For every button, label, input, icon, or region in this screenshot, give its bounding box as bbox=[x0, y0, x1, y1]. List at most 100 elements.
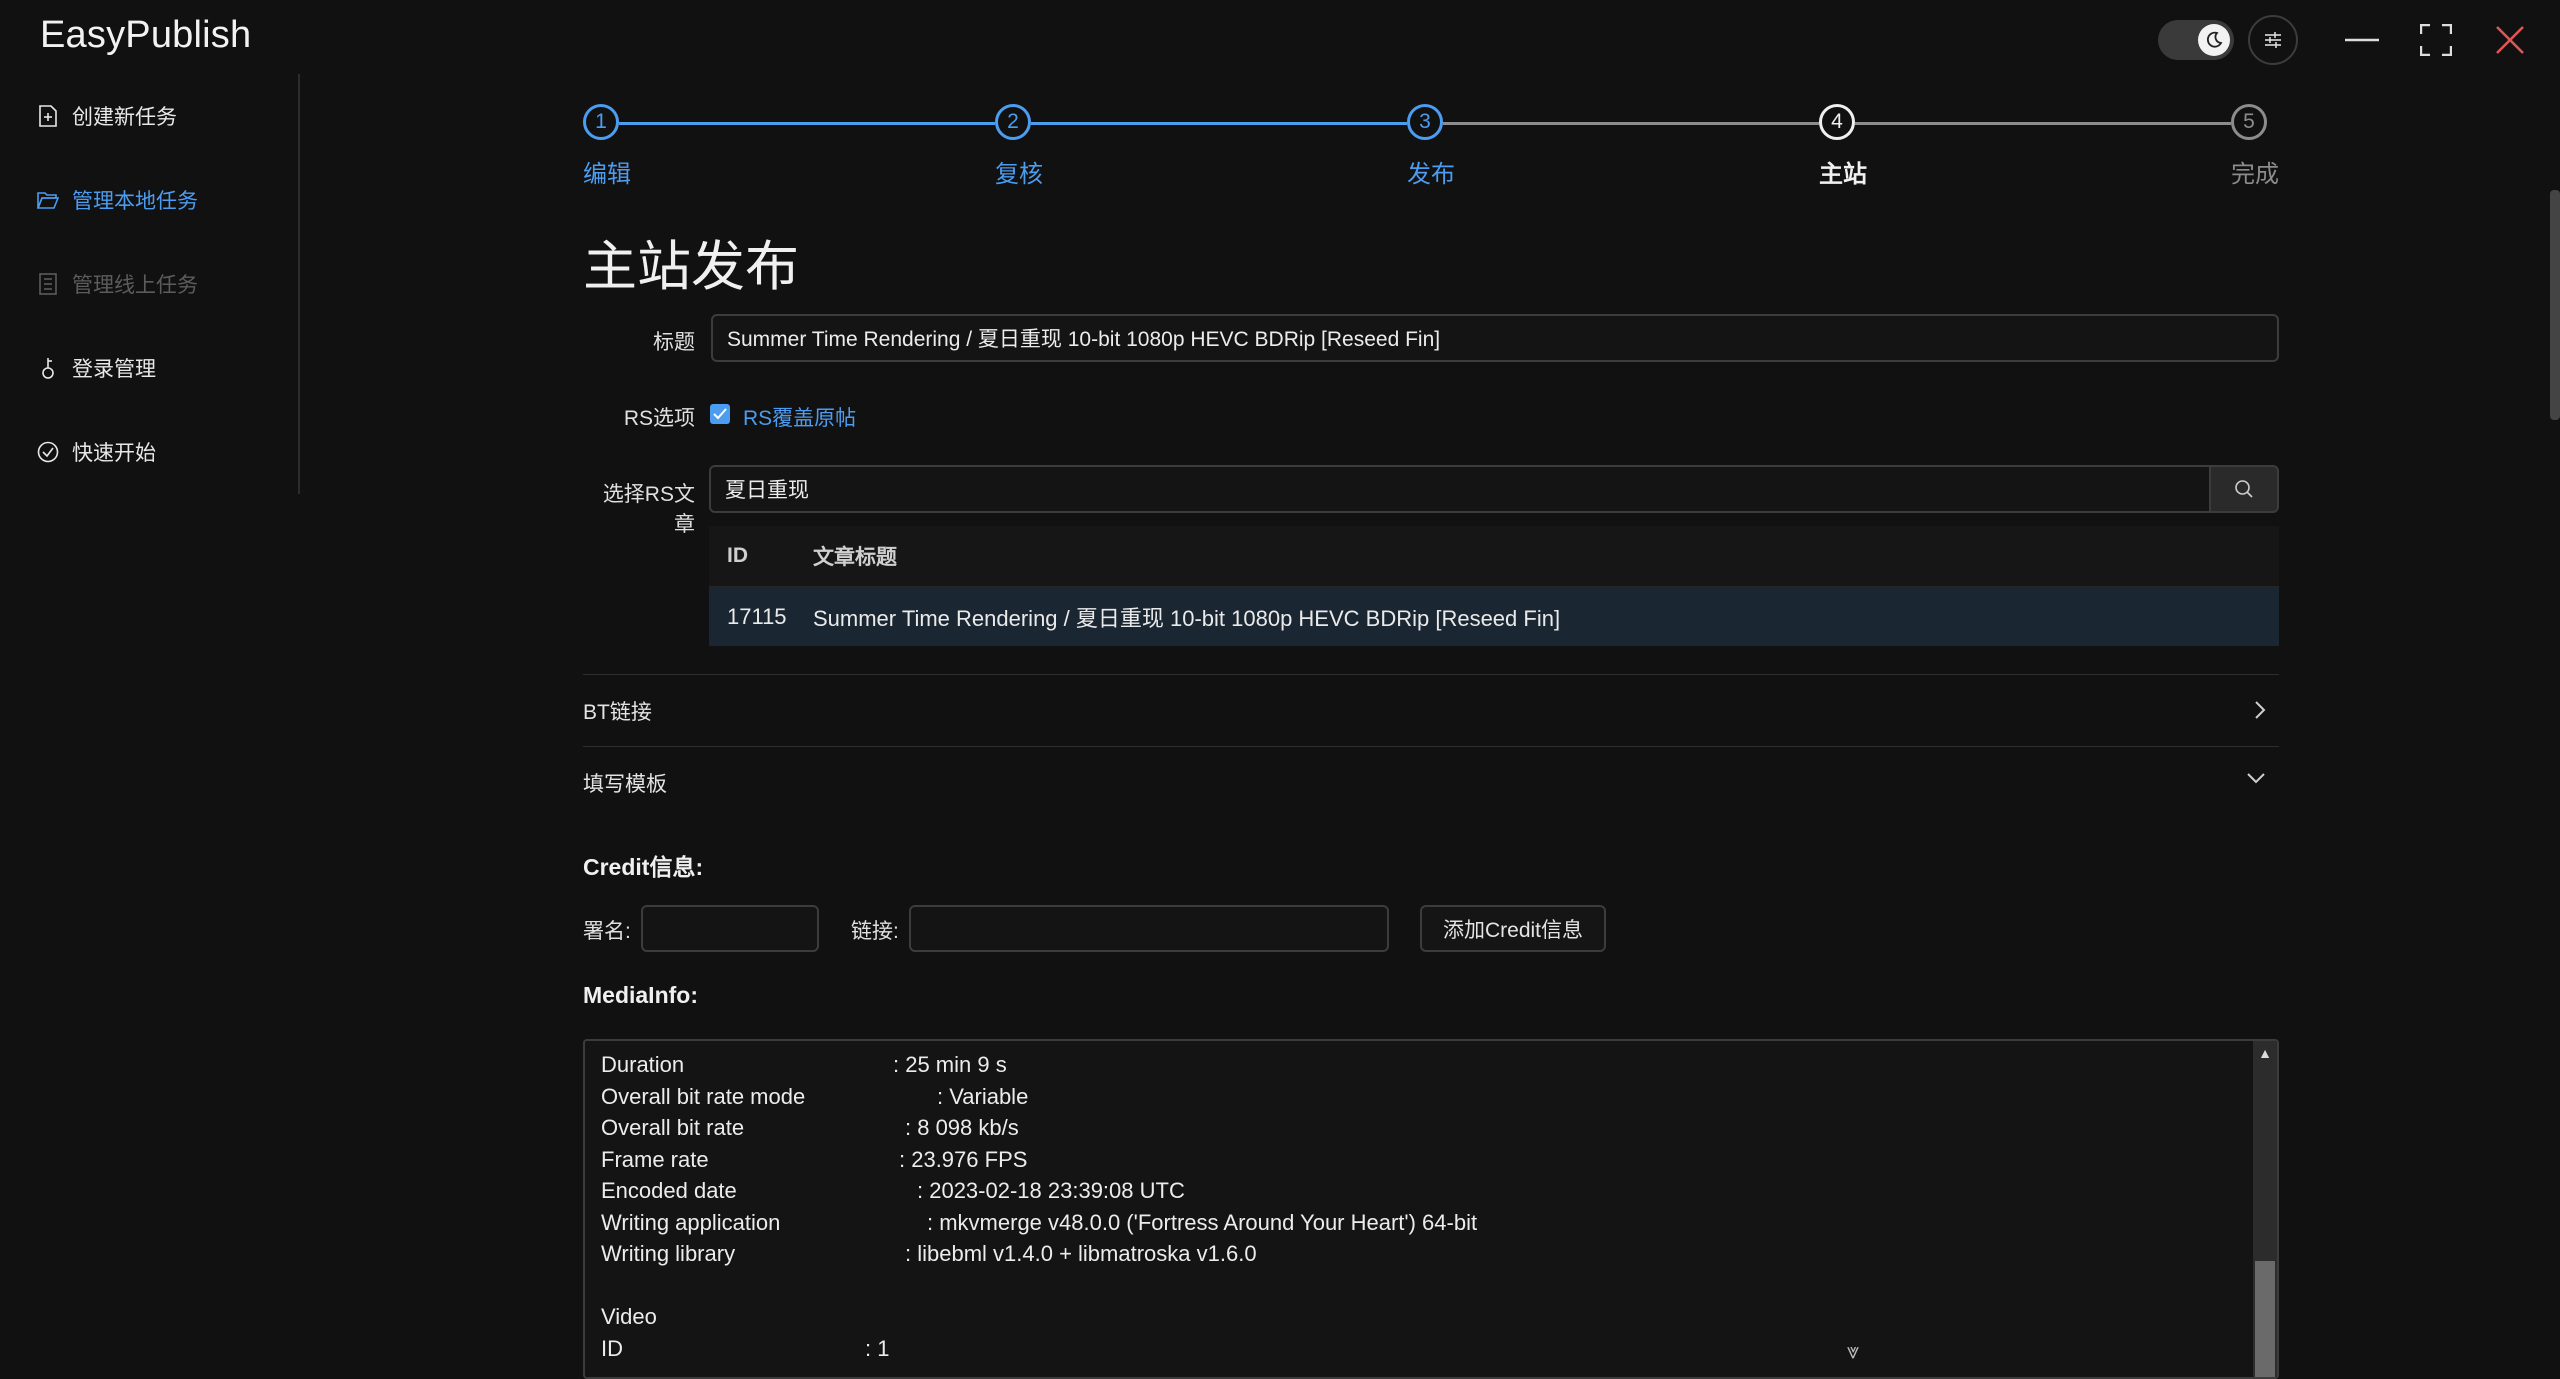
add-credit-button[interactable]: 添加Credit信息 bbox=[1420, 905, 1606, 952]
minimize-button[interactable] bbox=[2332, 18, 2392, 62]
table-row[interactable]: 17115 Summer Time Rendering / 夏日重现 10-bi… bbox=[709, 586, 2279, 646]
sidebar-item-label: 登录管理 bbox=[72, 358, 156, 381]
search-icon bbox=[2235, 480, 2253, 498]
step-5-label: 完成 bbox=[2231, 161, 2279, 188]
mediainfo-line: Frame rate : 23.976 FPS bbox=[601, 1144, 2277, 1176]
close-button[interactable] bbox=[2480, 18, 2540, 62]
rs-article-label: 选择RS文章 bbox=[602, 483, 695, 536]
step-5-circle: 5 bbox=[2231, 104, 2267, 140]
sidebar-item-label: 管理线上任务 bbox=[72, 274, 198, 297]
step-1-circle: 1 bbox=[583, 104, 619, 140]
key-icon bbox=[36, 356, 60, 380]
template-collapse[interactable]: 填写模板 bbox=[583, 746, 2279, 818]
row-title: Summer Time Rendering / 夏日重现 10-bit 1080… bbox=[813, 605, 1561, 631]
column-header-title: 文章标题 bbox=[813, 546, 897, 569]
mediainfo-line bbox=[601, 1270, 2277, 1302]
mediainfo-value: : 25 min 9 s bbox=[893, 1052, 1007, 1077]
signature-label: 署名: bbox=[583, 920, 631, 943]
mediainfo-key: Writing library bbox=[601, 1241, 736, 1266]
title-label: 标题 bbox=[653, 331, 695, 354]
credit-heading: Credit信息: bbox=[583, 854, 704, 880]
rs-search-input[interactable]: 夏日重现 bbox=[709, 465, 2211, 513]
check-circle-icon bbox=[36, 440, 60, 464]
mediainfo-textarea[interactable]: Duration: 25 min 9 s Overall bit rate mo… bbox=[583, 1039, 2279, 1379]
link-input[interactable] bbox=[909, 905, 1389, 952]
titlebar-controls bbox=[2158, 15, 2540, 65]
sidebar-item-login[interactable]: 登录管理 bbox=[0, 326, 298, 410]
table-header: ID 文章标题 bbox=[709, 526, 2279, 586]
step-1-label: 编辑 bbox=[583, 161, 631, 188]
mediainfo-value: : libebml v1.4.0 + libmatroska v1.6.0 bbox=[905, 1241, 1257, 1266]
search-button[interactable] bbox=[2209, 465, 2279, 513]
document-list-icon bbox=[36, 272, 60, 296]
mediainfo-scrollbar[interactable]: ▲ bbox=[2253, 1041, 2277, 1377]
mediainfo-line: Writing library : libebml v1.4.0 + libmat… bbox=[601, 1238, 2277, 1270]
step-4-label: 主站 bbox=[1819, 161, 1867, 188]
scrollbar-thumb[interactable] bbox=[2255, 1261, 2275, 1377]
step-4-circle: 4 bbox=[1819, 104, 1855, 140]
sidebar-item-online-tasks: 管理线上任务 bbox=[0, 242, 298, 326]
sidebar: 创建新任务 管理本地任务 管理线上任务 登录管理 快速开始 bbox=[0, 74, 300, 494]
file-add-icon bbox=[36, 104, 60, 128]
minimize-icon bbox=[2345, 38, 2379, 42]
rs-overwrite-checkbox[interactable] bbox=[710, 404, 730, 424]
title-input[interactable]: Summer Time Rendering / 夏日重现 10-bit 1080… bbox=[711, 314, 2279, 362]
folder-open-icon bbox=[36, 188, 60, 212]
settings-button[interactable] bbox=[2248, 15, 2298, 65]
app-title: EasyPublish bbox=[40, 14, 252, 56]
theme-toggle[interactable] bbox=[2158, 20, 2234, 60]
column-header-id: ID bbox=[727, 544, 748, 567]
step-connector bbox=[1855, 122, 2231, 125]
step-indicator: 1 2 3 4 5 编辑 复核 发布 主站 完成 bbox=[583, 104, 2279, 194]
link-label: 链接: bbox=[851, 920, 899, 943]
sidebar-item-label: 创建新任务 bbox=[72, 106, 177, 129]
mediainfo-key: Encoded date bbox=[601, 1178, 737, 1203]
sidebar-item-local-tasks[interactable]: 管理本地任务 bbox=[0, 158, 298, 242]
bt-link-label: BT链接 bbox=[583, 700, 652, 724]
moon-icon bbox=[2198, 24, 2230, 56]
sidebar-item-create-task[interactable]: 创建新任务 bbox=[0, 74, 298, 158]
page-title: 主站发布 bbox=[583, 237, 799, 297]
bt-link-collapse[interactable]: BT链接 bbox=[583, 674, 2279, 746]
mediainfo-line: Duration: 25 min 9 s bbox=[601, 1049, 2277, 1081]
sidebar-item-label: 快速开始 bbox=[72, 442, 156, 465]
mediainfo-line: Overall bit rate mode : Variable bbox=[601, 1081, 2277, 1113]
rs-article-table: ID 文章标题 17115 Summer Time Rendering / 夏日… bbox=[709, 526, 2279, 646]
row-id: 17115 bbox=[727, 603, 787, 629]
signature-input[interactable] bbox=[641, 905, 819, 952]
mediainfo-line: Overall bit rate : 8 098 kb/s bbox=[601, 1112, 2277, 1144]
step-connector bbox=[1031, 122, 1407, 125]
mediainfo-value: : 8 098 kb/s bbox=[905, 1115, 1019, 1140]
step-2-label: 复核 bbox=[995, 161, 1043, 188]
step-connector bbox=[1443, 122, 1819, 125]
template-label: 填写模板 bbox=[583, 772, 667, 796]
chevron-right-icon bbox=[2255, 701, 2266, 719]
mediainfo-heading: MediaInfo: bbox=[583, 982, 698, 1008]
checkmark-icon bbox=[713, 408, 727, 420]
step-2-circle: 2 bbox=[995, 104, 1031, 140]
maximize-icon bbox=[2420, 24, 2452, 56]
sidebar-item-label: 管理本地任务 bbox=[72, 190, 198, 213]
mediainfo-value: : 23.976 FPS bbox=[899, 1146, 1028, 1172]
scroll-down-icon[interactable]: ⩔ bbox=[1847, 1338, 1859, 1364]
maximize-button[interactable] bbox=[2406, 18, 2466, 62]
mediainfo-value: : Variable bbox=[937, 1083, 1029, 1109]
mediainfo-key: Overall bit rate mode bbox=[601, 1083, 806, 1109]
scroll-up-arrow-icon[interactable]: ▲ bbox=[2253, 1045, 2277, 1061]
mediainfo-value: : mkvmerge v48.0.0 ('Fortress Around You… bbox=[927, 1209, 1478, 1235]
sidebar-item-quick-start[interactable]: 快速开始 bbox=[0, 410, 298, 494]
step-3-circle: 3 bbox=[1407, 104, 1443, 140]
chevron-down-icon bbox=[2247, 773, 2265, 784]
rs-overwrite-label[interactable]: RS覆盖原帖 bbox=[743, 402, 856, 432]
page-scrollbar[interactable] bbox=[2550, 190, 2560, 420]
mediainfo-key: Overall bit rate bbox=[601, 1115, 745, 1140]
mediainfo-value: : 2023-02-18 23:39:08 UTC bbox=[917, 1178, 1185, 1203]
step-connector bbox=[619, 122, 995, 125]
mediainfo-line: Encoded date : 2023-02-18 23:39:08 UTC bbox=[601, 1175, 2277, 1207]
rs-option-label: RS选项 bbox=[623, 407, 695, 430]
mediainfo-value: : 1 bbox=[865, 1335, 890, 1361]
mediainfo-line: Video bbox=[601, 1301, 2277, 1333]
mediainfo-key: Frame rate bbox=[601, 1146, 709, 1172]
mediainfo-key: ID bbox=[601, 1335, 623, 1361]
mediainfo-line: ID : 1 bbox=[601, 1333, 2277, 1365]
